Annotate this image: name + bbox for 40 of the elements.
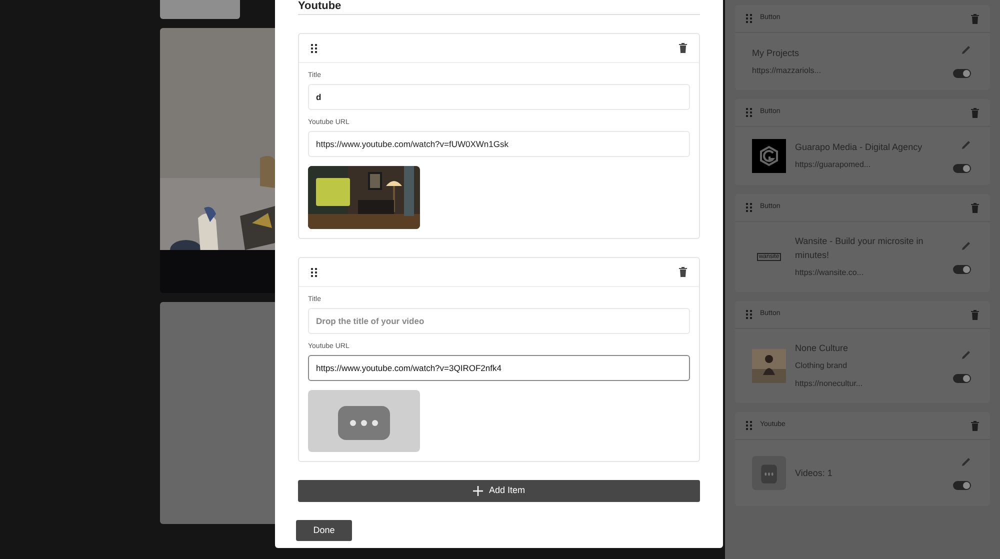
link-url: https://guarapomed... — [795, 159, 872, 171]
text-field[interactable]: Drop the title of your video — [308, 308, 690, 334]
drag-handle-icon[interactable] — [746, 14, 752, 23]
block-text: Clothing brand — [795, 360, 848, 372]
trash-icon[interactable] — [679, 267, 687, 277]
pencil-icon[interactable] — [961, 45, 971, 55]
block-text: None Culture — [795, 342, 850, 355]
block-text: Videos: 1 — [795, 467, 834, 480]
drag-handle-icon[interactable] — [746, 203, 752, 212]
block-text: Wansite - Build your microsite in minutes! — [795, 235, 924, 262]
done-button[interactable]: Done — [296, 520, 352, 541]
link-url: https://wansite.co... — [795, 267, 864, 279]
text-field[interactable]: https://www.youtube.com/watch?v=fUW0XWn1Gsk — [308, 131, 690, 157]
block-text: My Projects — [752, 46, 800, 60]
pencil-icon[interactable] — [961, 140, 971, 150]
toggle-switch[interactable] — [953, 374, 971, 382]
pencil-icon[interactable] — [961, 240, 971, 250]
drag-handle-icon[interactable] — [311, 268, 317, 276]
pencil-icon[interactable] — [961, 456, 971, 466]
text-field[interactable]: d — [308, 84, 690, 110]
toggle-switch[interactable] — [953, 164, 971, 172]
video-placeholder-icon — [752, 456, 786, 490]
toggle-switch[interactable] — [953, 480, 971, 490]
drag-handle-icon[interactable] — [746, 108, 752, 117]
hexagon-logo-icon — [752, 139, 786, 173]
pencil-icon[interactable] — [961, 350, 971, 360]
text-field[interactable]: https://www.youtube.com/watch?v=3QIROF2nfk4 — [308, 355, 690, 381]
plus-icon — [472, 486, 483, 496]
video-placeholder-icon — [308, 390, 420, 452]
link-url: https://mazzariols... — [752, 64, 822, 77]
drag-handle-icon[interactable] — [746, 310, 752, 319]
block-text: Guarapo Media - Digital Agency — [795, 141, 924, 154]
toggle-switch[interactable] — [953, 264, 971, 274]
add-item-button[interactable]: Add Item — [298, 480, 700, 502]
drag-handle-icon[interactable] — [311, 44, 317, 52]
link-url: https://nonecultur... — [795, 378, 864, 390]
toggle-switch[interactable] — [953, 69, 971, 78]
modal-title: Youtube — [298, 0, 342, 13]
drag-handle-icon[interactable] — [746, 421, 752, 430]
trash-icon[interactable] — [679, 43, 687, 53]
